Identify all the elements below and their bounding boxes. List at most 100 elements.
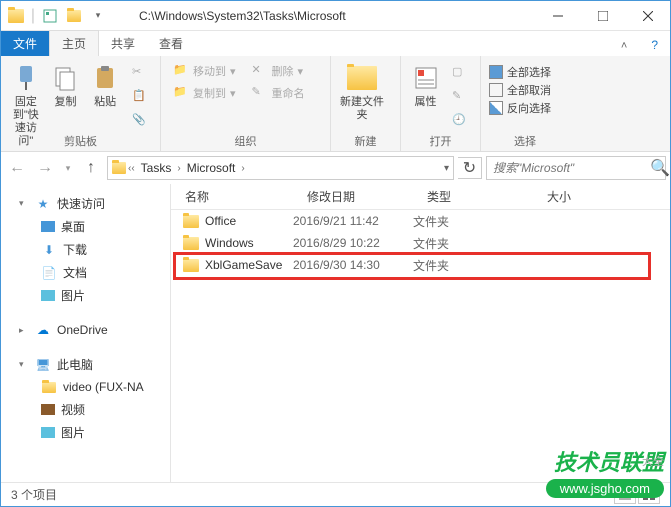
chevron-right-icon[interactable]: › xyxy=(177,163,180,174)
selectnone-icon xyxy=(489,83,503,97)
col-size[interactable]: 大小 xyxy=(533,188,613,205)
nav-back-button[interactable]: ← xyxy=(5,156,29,180)
video-icon xyxy=(41,404,55,415)
breadcrumb-tasks[interactable]: Tasks xyxy=(137,161,176,175)
nav-up-button[interactable]: ↑ xyxy=(79,156,103,180)
nav-thispc[interactable]: ▾🖥此电脑 xyxy=(1,353,170,376)
newfolder-button[interactable]: 新建文件夹 xyxy=(339,60,385,122)
table-row[interactable]: Windows 2016/8/29 10:22 文件夹 xyxy=(171,232,670,254)
ribbon-group-open: 打开 xyxy=(401,133,480,149)
table-row[interactable]: XblGameSave 2016/9/30 14:30 文件夹 xyxy=(171,254,670,276)
invertsel-button[interactable]: 反向选择 xyxy=(489,100,561,116)
qat-properties-icon[interactable] xyxy=(39,5,61,27)
tab-view[interactable]: 查看 xyxy=(147,31,195,56)
minimize-button[interactable] xyxy=(535,1,580,30)
open-button[interactable]: ▢ xyxy=(448,62,472,84)
paste-icon xyxy=(89,62,121,94)
chevron-right-icon[interactable]: › xyxy=(241,163,244,174)
download-icon: ⬇ xyxy=(41,242,57,258)
col-type[interactable]: 类型 xyxy=(413,188,533,205)
moveto-button[interactable]: 📁移动到 ▾ xyxy=(169,60,240,82)
history-button[interactable]: 🕘 xyxy=(448,110,472,132)
ribbon-collapse-button[interactable]: ˄ xyxy=(609,36,639,56)
item-count: 3 个项目 xyxy=(11,486,57,503)
help-button[interactable]: ? xyxy=(639,34,670,56)
qat-separator: | xyxy=(29,5,37,27)
nav-onedrive[interactable]: ▸☁OneDrive xyxy=(1,319,170,341)
onedrive-icon: ☁ xyxy=(35,322,51,338)
properties-button[interactable]: 属性 xyxy=(409,60,442,109)
newfolder-icon xyxy=(346,62,378,94)
cut-button[interactable]: ✂ xyxy=(128,62,152,84)
search-input[interactable] xyxy=(493,161,650,175)
delete-button[interactable]: ✕删除 ▾ xyxy=(248,60,308,82)
desktop-icon xyxy=(41,221,55,232)
edit-icon: ✎ xyxy=(452,89,468,105)
rename-icon: ✎ xyxy=(252,85,268,101)
tab-file[interactable]: 文件 xyxy=(1,31,49,56)
nav-recent-button[interactable]: ▾ xyxy=(61,156,75,180)
col-date[interactable]: 修改日期 xyxy=(293,188,413,205)
tab-share[interactable]: 共享 xyxy=(99,31,147,56)
nav-pictures[interactable]: 图片 xyxy=(1,284,170,307)
view-icons-button[interactable] xyxy=(638,486,660,504)
refresh-button[interactable]: ↻ xyxy=(458,157,482,179)
copypath-button[interactable]: 📋 xyxy=(128,86,152,108)
chevron-right-icon[interactable]: ‹‹ xyxy=(128,163,135,174)
address-box[interactable]: ‹‹ Tasks › Microsoft › ▾ xyxy=(107,156,454,180)
qat-dropdown-icon[interactable]: ▾ xyxy=(87,5,109,27)
nav-pictures2[interactable]: 图片 xyxy=(1,421,170,444)
nav-documents[interactable]: 📄文档 xyxy=(1,261,170,284)
selectall-button[interactable]: 全部选择 xyxy=(489,64,561,80)
pin-icon xyxy=(10,62,42,94)
edit-button[interactable]: ✎ xyxy=(448,86,472,108)
folder-icon xyxy=(183,215,199,228)
open-icon: ▢ xyxy=(452,65,468,81)
rename-button[interactable]: ✎重命名 xyxy=(248,82,309,104)
history-icon: 🕘 xyxy=(452,113,468,129)
ribbon-group-new: 新建 xyxy=(331,133,400,149)
status-bar: 3 个项目 xyxy=(1,482,670,506)
nav-quickaccess[interactable]: ▾★快速访问 xyxy=(1,192,170,215)
qat-newfolder-icon[interactable] xyxy=(63,5,85,27)
ribbon: 固定到"快速访问" 复制 粘贴 ✂ 📋 📎 剪贴板 📁移动到 ▾ ✕删除 ▾ xyxy=(1,56,670,152)
folder-icon xyxy=(41,379,57,395)
title-bar: | ▾ C:\Windows\System32\Tasks\Microsoft xyxy=(1,1,670,31)
search-box[interactable]: 🔍 xyxy=(486,156,666,180)
nav-videodrive[interactable]: video (FUX-NA xyxy=(1,376,170,398)
paste-shortcut-button[interactable]: 📎 xyxy=(128,110,152,132)
selectnone-button[interactable]: 全部取消 xyxy=(489,82,561,98)
document-icon: 📄 xyxy=(41,265,57,281)
chevron-right-icon[interactable]: ▸ xyxy=(19,325,29,336)
copyto-button[interactable]: 📁复制到 ▾ xyxy=(169,82,240,104)
copy-button[interactable]: 复制 xyxy=(49,60,83,109)
nav-downloads[interactable]: ⬇下载 xyxy=(1,238,170,261)
col-name[interactable]: 名称 xyxy=(171,188,293,205)
paste-button[interactable]: 粘贴 xyxy=(88,60,122,109)
copyto-icon: 📁 xyxy=(173,85,189,101)
addr-dropdown-icon[interactable]: ▾ xyxy=(444,163,449,174)
address-bar: ← → ▾ ↑ ‹‹ Tasks › Microsoft › ▾ ↻ 🔍 xyxy=(1,152,670,184)
copy-icon xyxy=(50,62,82,94)
path-icon: 📋 xyxy=(132,89,148,105)
nav-forward-button[interactable]: → xyxy=(33,156,57,180)
selectall-icon xyxy=(489,65,503,79)
chevron-down-icon[interactable]: ▾ xyxy=(19,198,29,209)
table-row[interactable]: Office 2016/9/21 11:42 文件夹 xyxy=(171,210,670,232)
maximize-button[interactable] xyxy=(580,1,625,30)
chevron-down-icon[interactable]: ▾ xyxy=(19,359,29,370)
navigation-pane: ▾★快速访问 桌面 ⬇下载 📄文档 图片 ▸☁OneDrive ▾🖥此电脑 vi… xyxy=(1,184,171,482)
pc-icon: 🖥 xyxy=(35,357,51,373)
view-details-button[interactable] xyxy=(614,486,636,504)
tab-home[interactable]: 主页 xyxy=(49,30,99,56)
search-icon[interactable]: 🔍 xyxy=(650,158,670,178)
breadcrumb-microsoft[interactable]: Microsoft xyxy=(183,161,240,175)
ribbon-group-organize: 组织 xyxy=(161,133,330,149)
close-button[interactable] xyxy=(625,1,670,30)
shortcut-icon: 📎 xyxy=(132,113,148,129)
nav-desktop[interactable]: 桌面 xyxy=(1,215,170,238)
picture-icon xyxy=(41,290,55,301)
nav-videos[interactable]: 视频 xyxy=(1,398,170,421)
ribbon-group-select: 选择 xyxy=(481,133,569,149)
star-icon: ★ xyxy=(35,196,51,212)
